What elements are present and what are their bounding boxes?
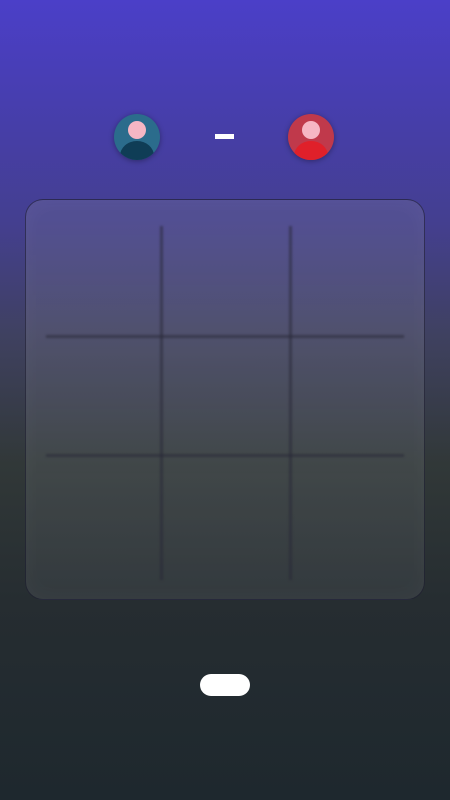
board-cell[interactable] xyxy=(292,338,404,454)
score-separator xyxy=(215,134,234,139)
player1-avatar-body xyxy=(120,141,154,160)
board-cell[interactable] xyxy=(163,457,289,580)
board-cell[interactable] xyxy=(46,338,160,454)
player2-avatar-head xyxy=(302,121,320,139)
player1-avatar-head xyxy=(128,121,146,139)
player2-avatar-icon xyxy=(288,114,334,160)
player2-avatar-body xyxy=(294,141,328,160)
board-cell[interactable] xyxy=(292,457,404,580)
board-cell[interactable] xyxy=(163,226,289,335)
board-cell[interactable] xyxy=(46,226,160,335)
action-button[interactable] xyxy=(200,674,250,696)
board-cell[interactable] xyxy=(292,226,404,335)
game-board xyxy=(25,199,425,600)
board-cell[interactable] xyxy=(163,338,289,454)
scoreboard xyxy=(0,114,450,162)
board-cell[interactable] xyxy=(46,457,160,580)
player1-avatar-icon xyxy=(114,114,160,160)
